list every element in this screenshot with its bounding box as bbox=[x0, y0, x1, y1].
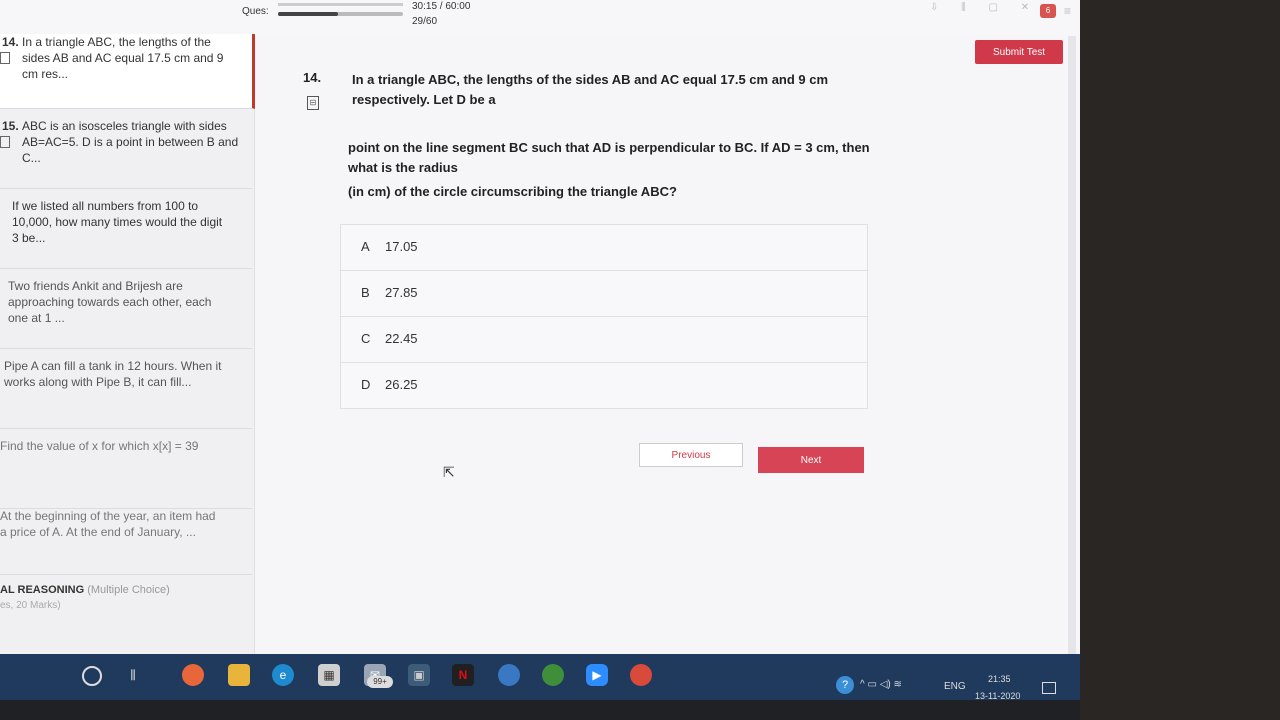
chrome-icon[interactable] bbox=[630, 664, 652, 686]
clock-time[interactable]: 21:35 bbox=[988, 674, 1011, 684]
exam-screen: Ques: 30:15 / 60:00 29/60 ⇩ ⫼ ▢ ✕ 6 ≡ 14… bbox=[0, 0, 1080, 700]
netflix-icon[interactable]: N bbox=[452, 664, 474, 686]
zoom-icon[interactable]: ▶ bbox=[586, 664, 608, 686]
option-value: 26.25 bbox=[385, 377, 418, 392]
sidebar-item-text: If we listed all numbers from 100 to 10,… bbox=[12, 199, 223, 245]
option-d[interactable]: D 26.25 bbox=[340, 362, 868, 409]
option-letter: D bbox=[361, 377, 371, 392]
timer: 30:15 / 60:00 bbox=[412, 1, 471, 12]
sidebar-item-q14[interactable]: 14. In a triangle ABC, the lengths of th… bbox=[0, 34, 255, 109]
option-letter: B bbox=[361, 285, 370, 300]
option-c[interactable]: C 22.45 bbox=[340, 316, 868, 362]
question-progress-bar bbox=[278, 12, 403, 16]
taskbar: ⫼ e ▦ ✉ 99+ ▣ N ▶ ? ^ ▭ ◁) ≋ ENG 21:35 1… bbox=[0, 654, 1080, 700]
question-text-line2: point on the line segment BC such that A… bbox=[348, 140, 870, 175]
section-marks: es, 20 Marks) bbox=[0, 600, 61, 611]
monitor-bezel bbox=[0, 700, 1080, 720]
sidebar-item-text: In a triangle ABC, the lengths of the si… bbox=[22, 35, 224, 81]
question-text-line1: In a triangle ABC, the lengths of the si… bbox=[352, 72, 829, 107]
sidebar-item-text: Find the value of x for which x[x] = 39 bbox=[0, 439, 199, 453]
question-list-sidebar: 14. In a triangle ABC, the lengths of th… bbox=[0, 34, 255, 654]
sidebar-item-q18[interactable]: Pipe A can fill a tank in 12 hours. When… bbox=[0, 358, 252, 429]
notification-badge[interactable]: 6 bbox=[1040, 4, 1056, 18]
sidebar-item-number: 14. bbox=[2, 35, 19, 49]
sidebar-item-q17[interactable]: Two friends Ankit and Brijesh are approa… bbox=[0, 278, 252, 349]
mail-badge: 99+ bbox=[367, 676, 393, 688]
firefox-icon[interactable] bbox=[182, 664, 204, 686]
sidebar-item-q16[interactable]: If we listed all numbers from 100 to 10,… bbox=[0, 198, 252, 269]
sidebar-item-text: ABC is an isosceles triangle with sides … bbox=[22, 119, 239, 165]
ques-label: Ques: bbox=[242, 6, 269, 17]
language-indicator[interactable]: ENG bbox=[944, 681, 966, 692]
option-a[interactable]: A 17.05 bbox=[340, 224, 868, 270]
file-explorer-icon[interactable] bbox=[228, 664, 250, 686]
edge-icon[interactable]: e bbox=[272, 664, 294, 686]
menu-icon[interactable]: ≡ bbox=[1064, 4, 1071, 18]
option-value: 22.45 bbox=[385, 331, 418, 346]
option-letter: C bbox=[361, 331, 371, 346]
question-panel: Submit Test 14. ⊟ In a triangle ABC, the… bbox=[255, 34, 1080, 654]
app-icon[interactable] bbox=[498, 664, 520, 686]
section-title: AL REASONING bbox=[0, 584, 85, 596]
submit-test-button[interactable]: Submit Test bbox=[975, 40, 1063, 64]
sidebar-item-text: Pipe A can fill a tank in 12 hours. When… bbox=[4, 359, 222, 389]
browser-toolbar-icons[interactable]: ⇩ ⫼ ▢ ✕ bbox=[930, 2, 1039, 13]
action-center-icon[interactable] bbox=[1042, 682, 1056, 694]
help-icon[interactable]: ? bbox=[836, 676, 854, 694]
task-view-icon[interactable]: ⫼ bbox=[122, 664, 144, 686]
previous-button[interactable]: Previous bbox=[639, 443, 743, 467]
next-button[interactable]: Next bbox=[758, 447, 864, 473]
option-b[interactable]: B 27.85 bbox=[340, 270, 868, 316]
sidebar-item-text: Two friends Ankit and Brijesh are approa… bbox=[8, 279, 212, 325]
option-value: 17.05 bbox=[385, 239, 418, 254]
photos-icon[interactable]: ▣ bbox=[408, 664, 430, 686]
section-type: (Multiple Choice) bbox=[87, 584, 170, 596]
sidebar-item-text: At the beginning of the year, an item ha… bbox=[0, 509, 216, 539]
progress-track-secondary bbox=[278, 3, 403, 6]
torrent-icon[interactable] bbox=[542, 664, 564, 686]
question-counter: 29/60 bbox=[412, 16, 438, 27]
question-text-line3: (in cm) of the circle circumscribing the… bbox=[348, 184, 677, 199]
scrollbar[interactable] bbox=[1068, 36, 1076, 656]
top-bar: Ques: 30:15 / 60:00 29/60 ⇩ ⫼ ▢ ✕ 6 ≡ bbox=[0, 0, 1080, 35]
answer-options: A 17.05 B 27.85 C 22.45 D 26.25 bbox=[340, 224, 868, 409]
system-tray-icons[interactable]: ^ ▭ ◁) ≋ bbox=[860, 679, 902, 690]
section-label: AL REASONING (Multiple Choice) bbox=[0, 584, 252, 596]
sidebar-item-q15[interactable]: 15. ABC is an isosceles triangle with si… bbox=[0, 118, 252, 189]
bookmark-icon[interactable]: ⊟ bbox=[307, 96, 319, 110]
clock-date[interactable]: 13-11-2020 bbox=[975, 691, 1020, 700]
sidebar-item-q20[interactable]: At the beginning of the year, an item ha… bbox=[0, 508, 252, 575]
bookmark-icon[interactable] bbox=[0, 52, 10, 64]
cortana-icon[interactable] bbox=[82, 666, 102, 686]
mouse-cursor-icon: ⇱ bbox=[443, 464, 455, 480]
sidebar-item-q19[interactable]: Find the value of x for which x[x] = 39 bbox=[0, 438, 252, 509]
option-value: 27.85 bbox=[385, 285, 418, 300]
option-letter: A bbox=[361, 239, 370, 254]
progress-fill bbox=[278, 12, 338, 16]
sidebar-item-number: 15. bbox=[2, 119, 19, 133]
bookmark-icon[interactable] bbox=[0, 136, 10, 148]
question-number: 14. bbox=[303, 70, 322, 85]
store-icon[interactable]: ▦ bbox=[318, 664, 340, 686]
background-surface bbox=[1080, 0, 1280, 720]
